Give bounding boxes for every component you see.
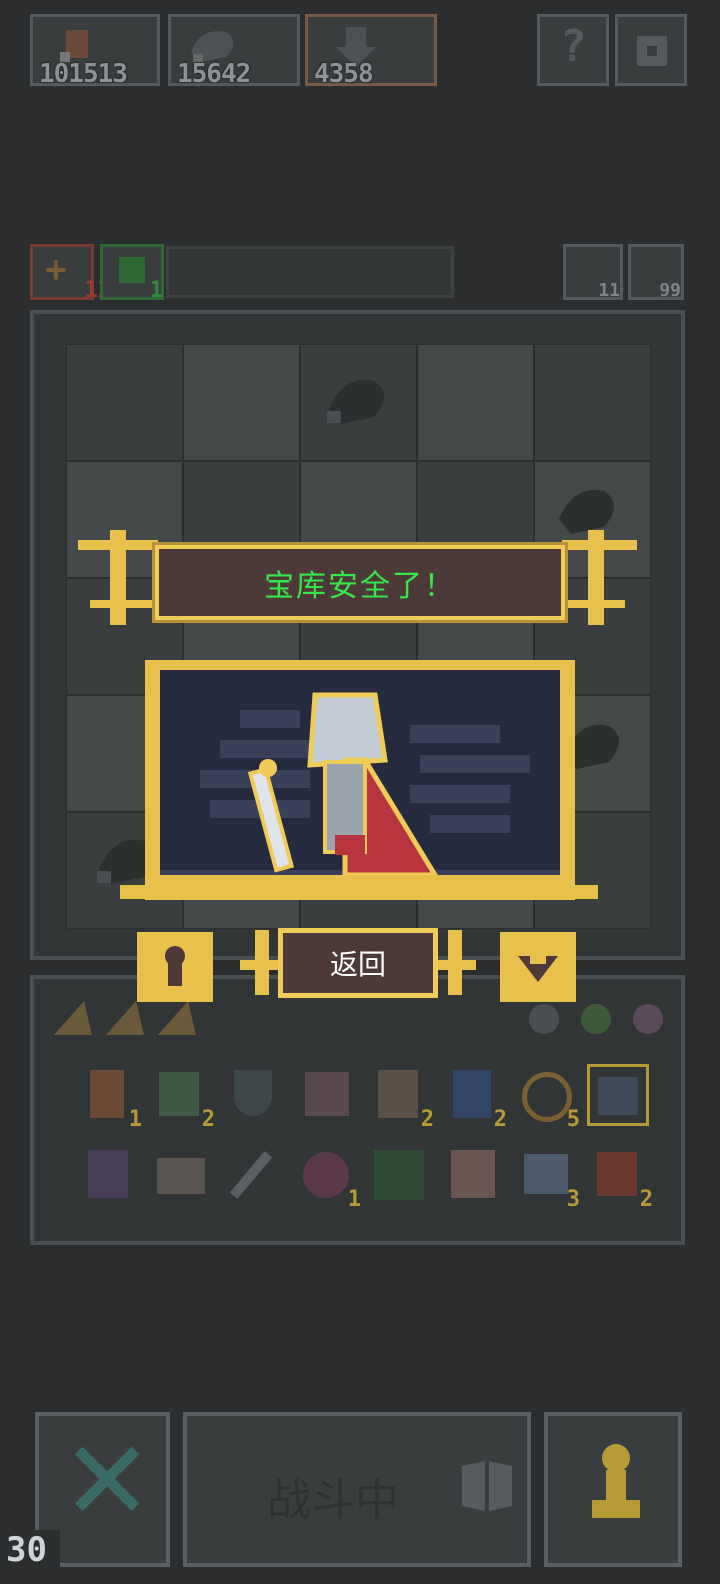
hammer-icon: [88, 1150, 128, 1198]
button-post-left: [255, 930, 269, 995]
triangle-icon: [54, 1001, 92, 1035]
meat-count: 101513: [39, 59, 128, 89]
gem-icon: [581, 1004, 611, 1034]
inventory-item[interactable]: 2: [368, 1064, 434, 1132]
keyhole-button[interactable]: [137, 932, 213, 1002]
inventory-item[interactable]: 2: [587, 1144, 653, 1212]
banner-post-right: [588, 530, 604, 625]
item-count: 2: [639, 1187, 653, 1212]
book-icon: [462, 1461, 512, 1511]
dagger-icon: [229, 1151, 273, 1199]
item-count: 5: [566, 1107, 580, 1132]
leaf-icon: [119, 257, 145, 283]
bird-icon: [524, 1154, 568, 1194]
fence-icon: [157, 1158, 205, 1194]
scroll-icon: [378, 1070, 418, 1118]
ring-icon: [522, 1072, 572, 1122]
item-count: 1: [128, 1107, 142, 1132]
gem-icon: [633, 1004, 663, 1034]
key-button[interactable]: 99: [628, 244, 684, 301]
battle-status-button[interactable]: 战斗中: [183, 1412, 531, 1567]
beast-icon: [303, 1152, 349, 1198]
key-count: 99: [659, 280, 681, 301]
drop-count: 4358: [314, 59, 374, 89]
pawn-icon: [592, 1444, 640, 1518]
board-tile[interactable]: [183, 344, 300, 461]
item-count: 2: [420, 1107, 434, 1132]
ghost-icon: [159, 1072, 199, 1116]
green-count: 1: [149, 278, 163, 303]
inventory-item[interactable]: 3: [514, 1144, 580, 1212]
inventory-row-2: 1 3 2: [76, 1144, 656, 1212]
lantern-icon: [90, 1070, 124, 1118]
inventory-item[interactable]: [149, 1144, 211, 1206]
triangle-icon: [106, 1001, 144, 1035]
inventory-item[interactable]: 5: [514, 1064, 580, 1132]
hero-button[interactable]: [544, 1412, 682, 1567]
shield-icon: [234, 1070, 272, 1116]
inventory-item[interactable]: 2: [441, 1064, 507, 1132]
crown-icon: [598, 1077, 638, 1115]
red-status: + 12: [30, 244, 111, 303]
resource-drop: 4358: [305, 14, 437, 89]
gem-button[interactable]: [500, 932, 576, 1002]
battle-label: 战斗中: [267, 1475, 399, 1526]
green-status: 1: [100, 244, 164, 303]
board-tile[interactable]: [534, 344, 651, 461]
question-icon: ?: [560, 21, 587, 72]
board-tile[interactable]: [417, 344, 534, 461]
gem-icon: [529, 1004, 559, 1034]
return-button[interactable]: 返回: [278, 928, 438, 998]
hourglass-icon: [453, 1070, 491, 1118]
modal-title: 宝库安全了！: [264, 568, 456, 604]
item-count: 2: [201, 1107, 215, 1132]
resource-monster: 15642: [168, 14, 300, 89]
turn-counter: 30: [0, 1530, 60, 1580]
hand-icon: [451, 1150, 495, 1198]
scene-frame-base: [120, 885, 598, 899]
inventory-item[interactable]: [295, 1064, 357, 1126]
inventory-panel: 1 2 2 2 5 1 3 2: [30, 975, 685, 1245]
inventory-item[interactable]: [222, 1064, 284, 1126]
triangle-icon: [158, 1001, 196, 1035]
inventory-item[interactable]: [76, 1144, 138, 1206]
board-tile[interactable]: [66, 344, 183, 461]
progress-track: [166, 246, 454, 298]
x-icon: ✕: [61, 1417, 154, 1545]
monster-count: 15642: [177, 59, 251, 89]
plus-icon: +: [45, 249, 67, 290]
inventory-row-1: 1 2 2 2 5: [76, 1064, 656, 1132]
settings-button[interactable]: [615, 14, 687, 86]
monster-icon: [327, 379, 384, 424]
inventory-item[interactable]: 1: [76, 1064, 142, 1132]
help-button[interactable]: ?: [537, 14, 609, 86]
map-icon: [374, 1150, 424, 1200]
inventory-item[interactable]: [368, 1144, 430, 1206]
item-count: 3: [566, 1187, 580, 1212]
inventory-item[interactable]: 1: [295, 1144, 361, 1212]
inventory-item[interactable]: [222, 1144, 284, 1206]
axe-icon: [597, 1152, 637, 1196]
knight-illustration: [160, 692, 560, 875]
banner-post-left: [110, 530, 126, 625]
cycle-button[interactable]: 11: [563, 244, 623, 301]
gear-icon: [637, 36, 667, 66]
item-count: 2: [493, 1107, 507, 1132]
fist-icon: [305, 1072, 349, 1116]
inventory-item[interactable]: [587, 1064, 649, 1126]
knight-scene: [160, 670, 560, 875]
cycle-count: 11: [598, 280, 620, 301]
keyhole-icon: [165, 946, 185, 986]
item-count: 1: [347, 1187, 361, 1212]
modal-banner: 宝库安全了！: [152, 542, 568, 623]
button-post-right: [448, 930, 462, 995]
inventory-item[interactable]: 2: [149, 1064, 215, 1132]
inventory-item[interactable]: [441, 1144, 503, 1206]
diamond-icon: [518, 956, 558, 982]
resource-meat: 101513: [30, 14, 160, 89]
